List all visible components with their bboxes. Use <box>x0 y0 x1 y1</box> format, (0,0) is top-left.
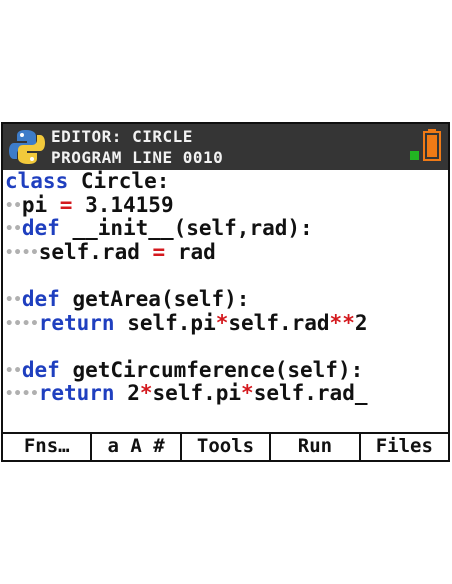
tools-menu-button[interactable]: Tools <box>182 434 272 460</box>
code-operator: * <box>139 381 153 406</box>
softkey-menu: Fns… a A # Tools Run Files <box>3 432 448 460</box>
code-text: self.rad <box>228 310 330 335</box>
code-text: self.pi <box>152 381 242 406</box>
code-line[interactable]: ••def getCircumference(self): <box>5 357 364 382</box>
code-text: rad <box>165 239 216 264</box>
editor-title: EDITOR: CIRCLE <box>51 127 193 146</box>
char-mode-button[interactable]: a A # <box>92 434 182 460</box>
indent-dots: •• <box>5 221 22 238</box>
code-operator: = <box>59 192 73 217</box>
code-line[interactable]: ••••return self.pi*self.rad**2 <box>5 310 368 335</box>
code-text: 2 <box>354 310 368 335</box>
code-text: self.rad <box>38 239 153 264</box>
code-text: 2 <box>114 381 140 406</box>
battery-icon <box>423 129 441 161</box>
code-line[interactable]: ••pi = 3.14159 <box>5 192 174 217</box>
code-text: getArea(self): <box>59 287 250 311</box>
code-text: self.pi <box>114 310 216 335</box>
indent-dots: •• <box>5 362 22 379</box>
indent-dots: •• <box>5 197 22 214</box>
code-text: self.rad <box>253 381 355 406</box>
code-editor[interactable]: class Circle: ••pi = 3.14159 ••def __init_… <box>3 170 448 426</box>
code-keyword: class <box>5 169 69 193</box>
code-text: Circle: <box>68 169 170 193</box>
code-operator: * <box>215 310 229 335</box>
code-operator: = <box>152 239 166 264</box>
code-keyword: def <box>21 287 60 311</box>
indent-dots: •• <box>5 292 22 308</box>
code-line[interactable]: ••••return 2*self.pi*self.rad_ <box>5 382 368 405</box>
fns-menu-button[interactable]: Fns… <box>3 434 93 460</box>
indent-dots: •••• <box>5 386 39 403</box>
code-text: __init__(self,rad): <box>59 216 313 241</box>
status-indicator-icon <box>410 151 419 160</box>
text-cursor: _ <box>354 381 368 406</box>
code-keyword: return <box>38 381 115 406</box>
code-keyword: return <box>38 310 115 335</box>
code-text: 3.14159 <box>72 192 174 217</box>
indent-dots: •••• <box>5 244 39 261</box>
code-text: pi <box>21 192 60 217</box>
code-keyword: def <box>21 216 60 241</box>
code-line[interactable]: class Circle: <box>5 170 169 193</box>
program-line-indicator: PROGRAM LINE 0010 <box>51 148 224 167</box>
code-keyword: def <box>21 357 60 382</box>
indent-dots: •••• <box>5 315 39 332</box>
python-logo-icon <box>9 130 45 164</box>
code-operator: * <box>241 381 254 406</box>
code-line[interactable]: ••def __init__(self,rad): <box>5 217 313 240</box>
code-line[interactable]: ••def getArea(self): <box>5 288 249 311</box>
calculator-screen: EDITOR: CIRCLE PROGRAM LINE 0010 class C… <box>1 122 450 462</box>
code-line[interactable]: ••••self.rad = rad <box>5 239 216 264</box>
editor-header: EDITOR: CIRCLE PROGRAM LINE 0010 <box>3 124 448 170</box>
run-button[interactable]: Run <box>271 434 361 460</box>
code-operator: ** <box>329 310 355 335</box>
files-menu-button[interactable]: Files <box>361 434 448 460</box>
code-text: getCircumference(self): <box>59 357 364 382</box>
